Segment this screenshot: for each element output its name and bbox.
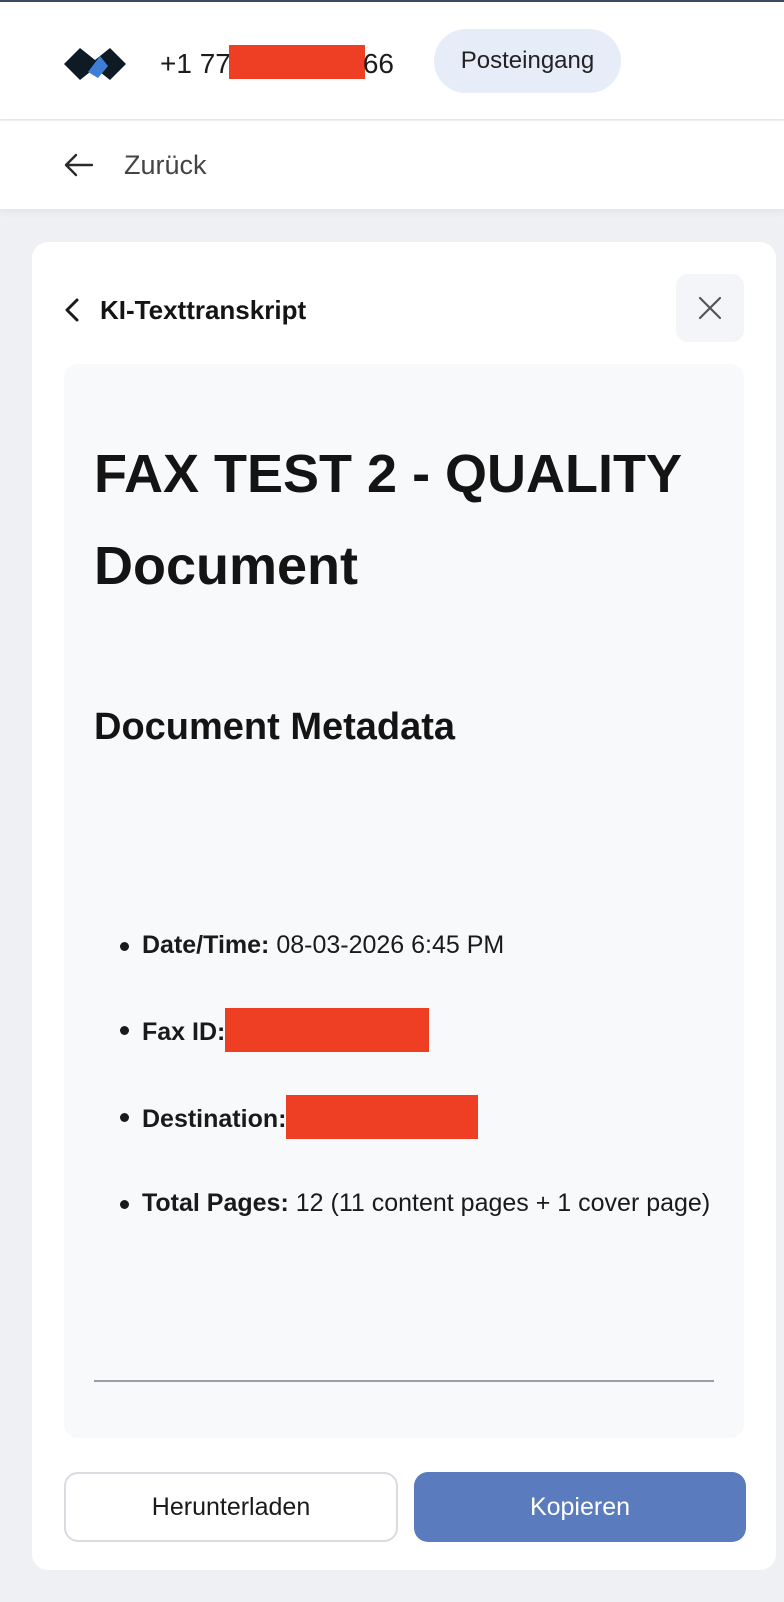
phone-prefix: +1 77 xyxy=(160,48,231,79)
copy-button[interactable]: Kopieren xyxy=(414,1472,746,1542)
metadata-key: Date/Time: xyxy=(142,931,270,959)
arrow-left-icon[interactable] xyxy=(62,149,94,181)
metadata-item-datetime: Date/Time: 08-03-2026 6:45 PM xyxy=(120,924,722,966)
transcript-card: KI-Texttranskript FAX TEST 2 - QUALITY D… xyxy=(32,242,776,1570)
chevron-left-icon[interactable] xyxy=(62,296,84,324)
card-title: KI-Texttranskript xyxy=(100,294,307,325)
metadata-item-fax-id: Fax ID: xyxy=(120,1008,722,1053)
close-icon[interactable] xyxy=(696,294,724,322)
redaction-box xyxy=(286,1095,479,1139)
back-link[interactable]: Zurück xyxy=(124,149,207,181)
horizontal-rule xyxy=(94,1380,714,1382)
metadata-key: Total Pages: xyxy=(142,1189,289,1217)
metadata-list: Date/Time: 08-03-2026 6:45 PM Fax ID: De… xyxy=(120,924,722,1266)
back-bar: Zurück xyxy=(0,121,784,209)
metadata-value: 08-03-2026 6:45 PM xyxy=(276,931,505,959)
logo-icon[interactable] xyxy=(62,42,128,82)
card-title-row[interactable]: KI-Texttranskript xyxy=(62,290,306,330)
section-heading: Document Metadata xyxy=(94,706,456,748)
close-button[interactable] xyxy=(676,274,744,342)
document-title: FAX TEST 2 - QUALITY Document xyxy=(94,444,682,596)
inbox-button[interactable]: Posteingang xyxy=(434,29,621,93)
metadata-value: 12 (11 content pages + 1 cover page) xyxy=(295,1189,711,1217)
metadata-item-total-pages: Total Pages: 12 (11 content pages + 1 co… xyxy=(120,1182,722,1224)
redaction-box xyxy=(225,1008,430,1052)
phone-suffix: 66 xyxy=(362,48,395,79)
phone-number: +1 77 66 xyxy=(160,45,394,81)
download-button[interactable]: Herunterladen xyxy=(64,1472,398,1542)
metadata-key: Destination: xyxy=(142,1105,287,1133)
transcript-document: FAX TEST 2 - QUALITY Document Document M… xyxy=(64,364,744,1438)
metadata-key: Fax ID: xyxy=(142,1018,226,1046)
app-header: +1 77 66 Posteingang xyxy=(0,2,784,120)
redaction-box xyxy=(228,45,365,79)
metadata-item-destination: Destination: xyxy=(120,1095,722,1140)
